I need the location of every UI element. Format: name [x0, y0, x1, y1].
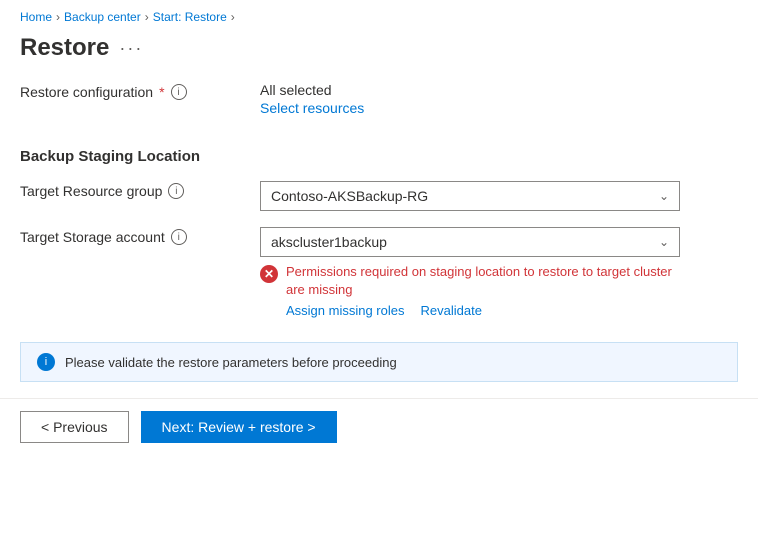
error-links: Assign missing roles Revalidate: [286, 303, 680, 318]
permissions-error-box: ✕ Permissions required on staging locati…: [260, 263, 680, 318]
restore-config-row: Restore configuration * i All selected S…: [20, 82, 738, 116]
all-selected-text: All selected: [260, 82, 364, 98]
restore-config-info-icon[interactable]: i: [171, 84, 187, 100]
target-rg-row: Target Resource group i Contoso-AKSBacku…: [20, 181, 738, 211]
previous-button[interactable]: < Previous: [20, 411, 129, 443]
main-content: Restore configuration * i All selected S…: [0, 82, 758, 382]
more-options-icon[interactable]: ···: [119, 38, 143, 59]
info-bar: i Please validate the restore parameters…: [20, 342, 738, 382]
target-rg-info-icon[interactable]: i: [168, 183, 184, 199]
target-rg-value: Contoso-AKSBackup-RG: [271, 188, 428, 204]
restore-config-label-text: Restore configuration: [20, 84, 153, 100]
backup-staging-section: Backup Staging Location Target Resource …: [20, 140, 738, 318]
restore-config-label: Restore configuration * i: [20, 82, 240, 100]
backup-staging-title: Backup Staging Location: [20, 140, 738, 165]
page-header: Restore ···: [0, 30, 758, 82]
select-resources-link[interactable]: Select resources: [260, 100, 364, 116]
breadcrumb-chevron-2: ›: [145, 10, 149, 24]
restore-config-required: *: [159, 84, 164, 100]
target-storage-chevron-icon: ⌄: [659, 235, 669, 249]
error-content: Permissions required on staging location…: [286, 263, 680, 318]
next-button[interactable]: Next: Review + restore >: [141, 411, 337, 443]
breadcrumb-chevron-1: ›: [56, 10, 60, 24]
target-storage-row: Target Storage account i akscluster1back…: [20, 227, 738, 318]
target-storage-info-icon[interactable]: i: [171, 229, 187, 245]
target-storage-dropdown[interactable]: akscluster1backup ⌄: [260, 227, 680, 257]
target-storage-dropdown-container: akscluster1backup ⌄ ✕ Permissions requir…: [260, 227, 738, 318]
restore-config-section: Restore configuration * i All selected S…: [20, 82, 738, 116]
breadcrumb: Home › Backup center › Start: Restore ›: [0, 0, 758, 30]
assign-missing-roles-link[interactable]: Assign missing roles: [286, 303, 405, 318]
target-rg-dropdown-container: Contoso-AKSBackup-RG ⌄: [260, 181, 738, 211]
footer: < Previous Next: Review + restore >: [0, 398, 758, 455]
info-bar-message: Please validate the restore parameters b…: [65, 355, 397, 370]
breadcrumb-home[interactable]: Home: [20, 10, 52, 24]
breadcrumb-start-restore[interactable]: Start: Restore: [153, 10, 227, 24]
target-storage-label: Target Storage account i: [20, 227, 240, 245]
target-rg-label: Target Resource group i: [20, 181, 240, 199]
breadcrumb-chevron-3: ›: [231, 10, 235, 24]
breadcrumb-backup-center[interactable]: Backup center: [64, 10, 141, 24]
page-title: Restore: [20, 34, 109, 62]
info-bar-icon: i: [37, 353, 55, 371]
error-message: Permissions required on staging location…: [286, 263, 680, 299]
error-circle-icon: ✕: [260, 265, 278, 283]
target-rg-chevron-icon: ⌄: [659, 189, 669, 203]
target-rg-dropdown[interactable]: Contoso-AKSBackup-RG ⌄: [260, 181, 680, 211]
target-storage-value: akscluster1backup: [271, 234, 387, 250]
restore-config-value: All selected Select resources: [260, 82, 364, 116]
target-rg-label-text: Target Resource group: [20, 183, 162, 199]
revalidate-link[interactable]: Revalidate: [421, 303, 482, 318]
target-storage-label-text: Target Storage account: [20, 229, 165, 245]
